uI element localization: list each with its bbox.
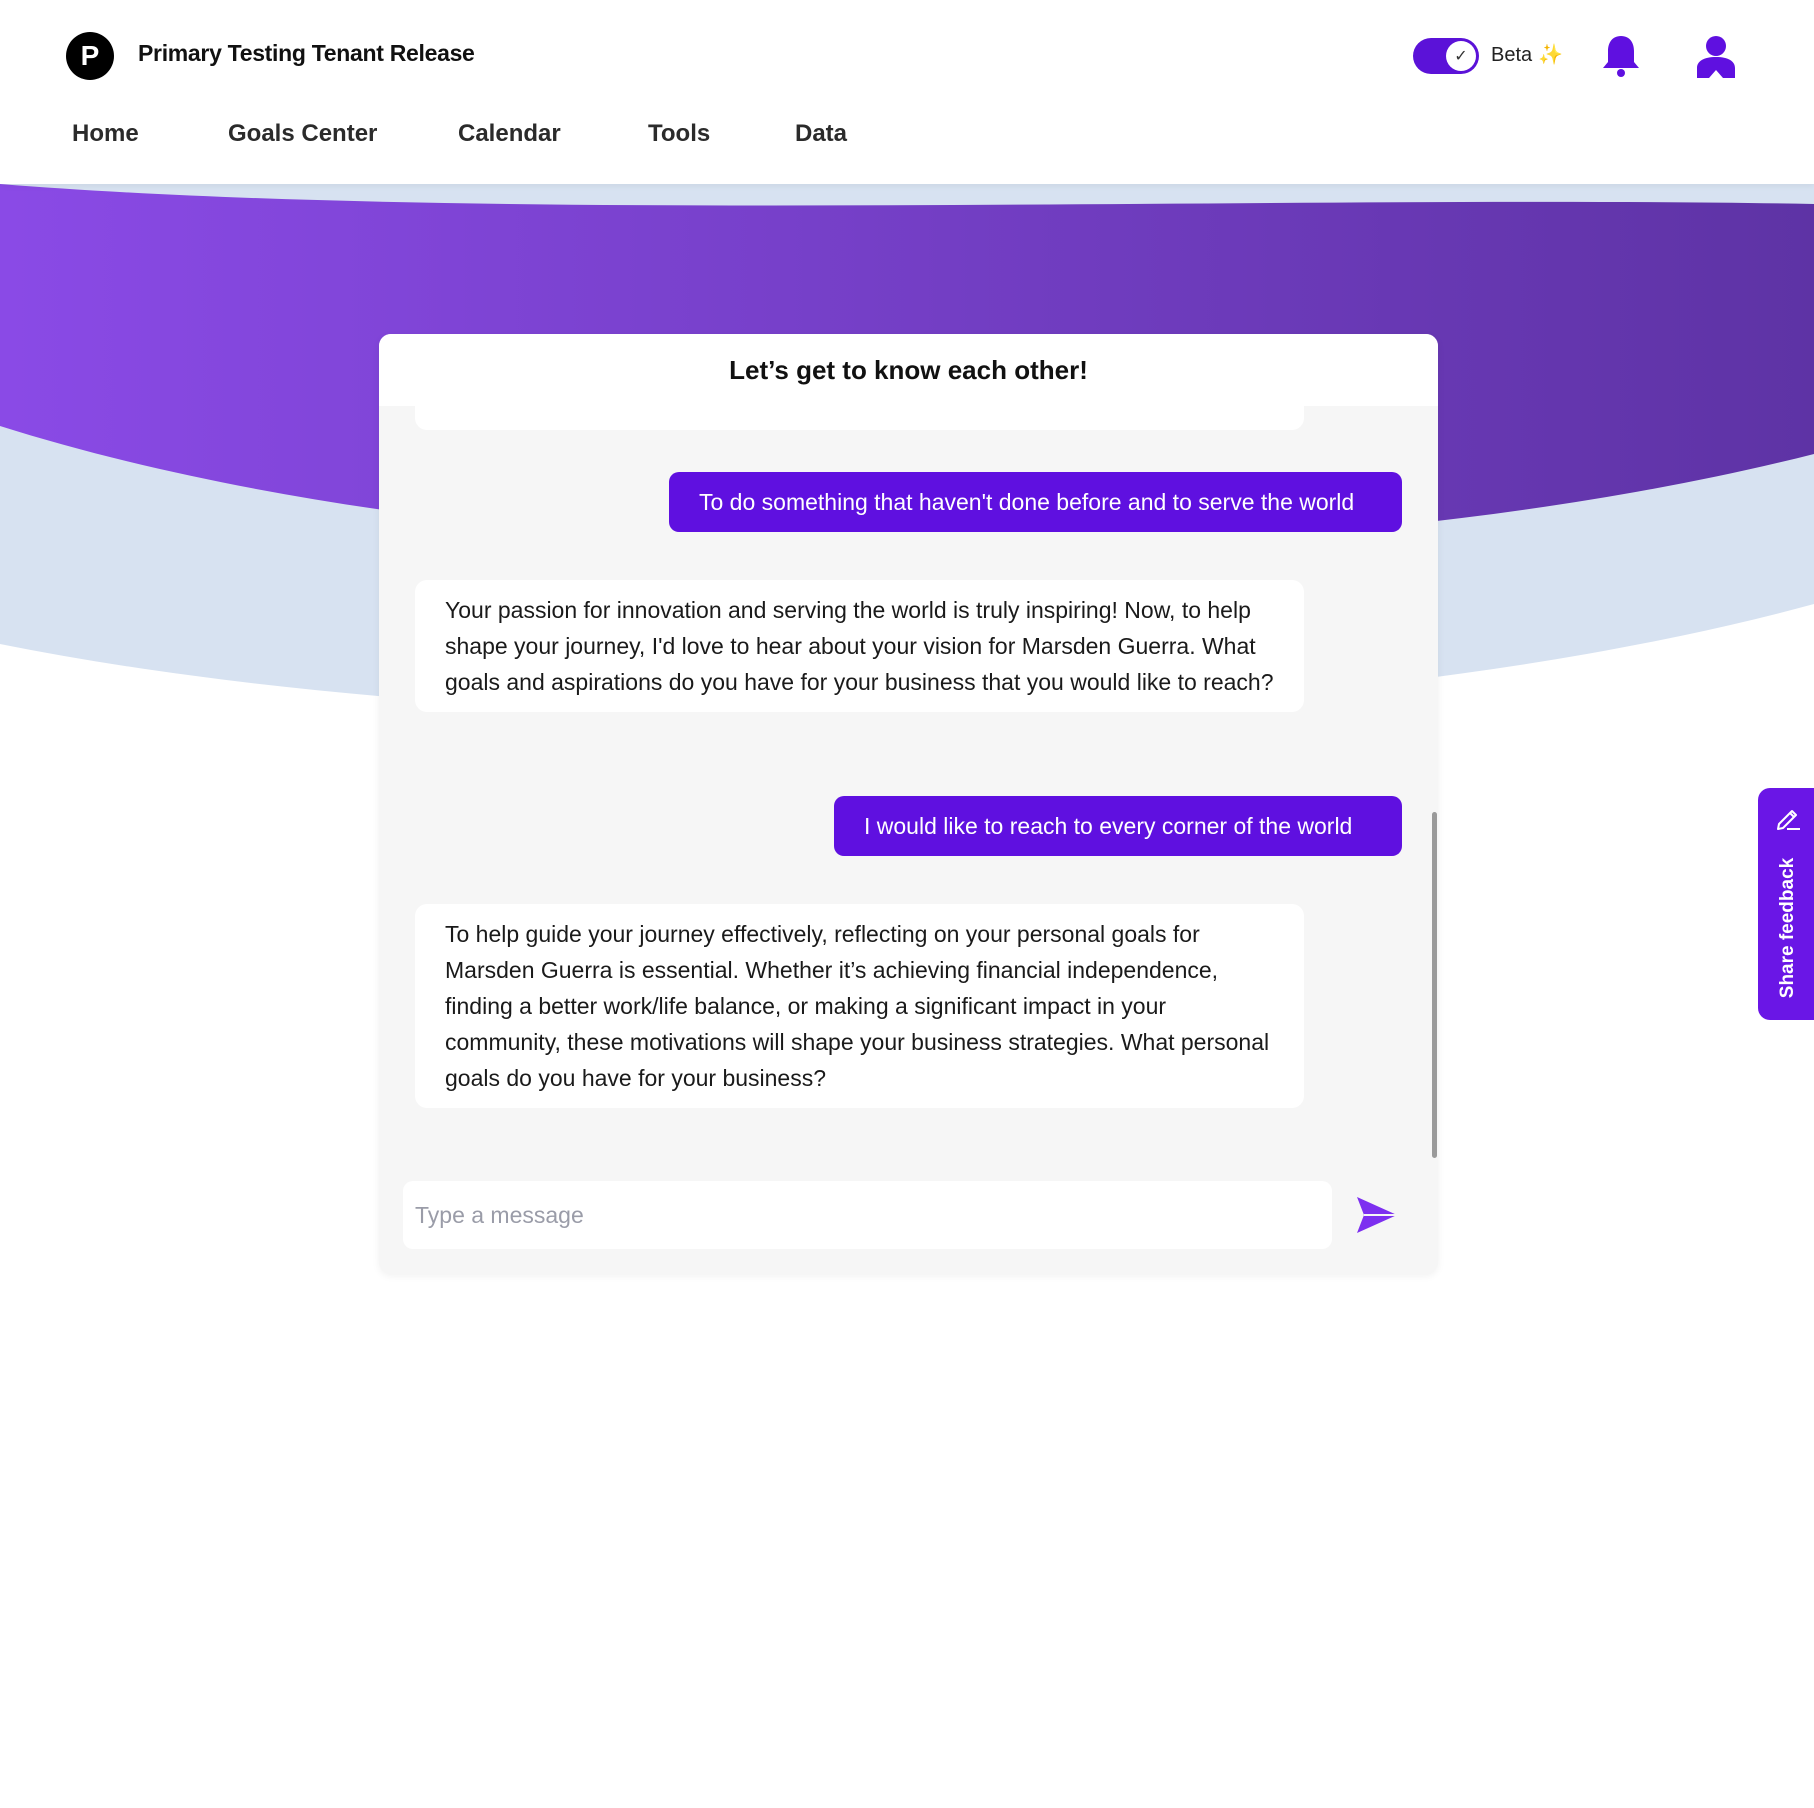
nav-home[interactable]: Home	[72, 120, 139, 148]
sparkle-icon: ✨	[1538, 44, 1563, 66]
beta-toggle[interactable]: ✓	[1413, 38, 1479, 74]
nav-calendar[interactable]: Calendar	[458, 120, 561, 148]
nav-data[interactable]: Data	[795, 120, 847, 148]
pencil-icon	[1777, 810, 1800, 830]
share-feedback-label: Share feedback	[1777, 857, 1798, 999]
bot-message-partial	[415, 406, 1304, 430]
bell-icon[interactable]	[1601, 34, 1641, 78]
message-input[interactable]	[403, 1181, 1332, 1249]
user-icon[interactable]	[1695, 34, 1737, 78]
chat-title: Let’s get to know each other!	[379, 334, 1438, 406]
chat-card: Let’s get to know each other! To do some…	[379, 334, 1438, 1274]
user-message: I would like to reach to every corner of…	[834, 796, 1402, 856]
bot-message: To help guide your journey effectively, …	[415, 904, 1304, 1108]
bot-message: Your passion for innovation and serving …	[415, 580, 1304, 712]
top-header: P Primary Testing Tenant Release ✓ Beta …	[0, 0, 1814, 184]
check-icon: ✓	[1446, 41, 1476, 71]
beta-label: Beta	[1491, 44, 1533, 66]
share-feedback-tab[interactable]: Share feedback	[1758, 788, 1814, 1020]
message-list[interactable]: To do something that haven't done before…	[379, 406, 1438, 1274]
send-icon[interactable]	[1354, 1192, 1400, 1238]
nav-tools[interactable]: Tools	[648, 120, 710, 148]
user-message: To do something that haven't done before…	[669, 472, 1402, 532]
nav-goals-center[interactable]: Goals Center	[228, 120, 377, 148]
app-title: Primary Testing Tenant Release	[138, 40, 475, 66]
chat-scrollbar[interactable]	[1432, 812, 1437, 1158]
app-logo[interactable]: P	[66, 32, 114, 80]
